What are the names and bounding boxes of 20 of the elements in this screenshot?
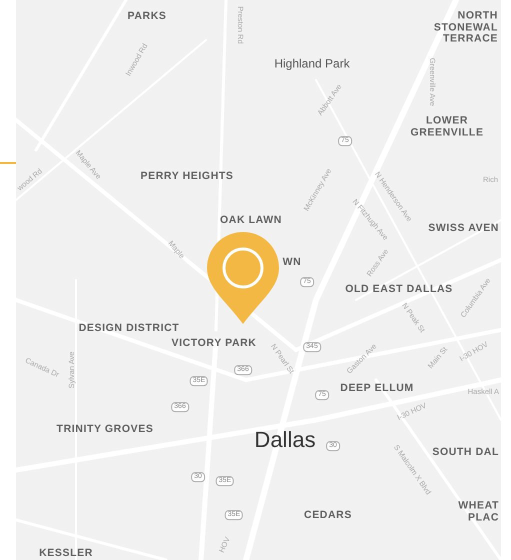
district-label: PERRY HEIGHTS <box>140 171 234 183</box>
district-label: TRINITY GROVES <box>56 424 154 436</box>
district-label: VICTORY PARK <box>172 338 256 350</box>
district-label: NORTH STONEWAL TERRACE <box>434 10 498 46</box>
district-label: PARKS <box>128 11 166 23</box>
district-label: WHEAT PLAC <box>458 500 499 524</box>
district-label: WN <box>282 257 302 269</box>
district-label: CEDARS <box>304 510 352 522</box>
district-label: OLD EAST DALLAS <box>345 284 453 296</box>
city-label: Dallas <box>254 428 316 452</box>
district-label: SOUTH DAL <box>432 447 499 459</box>
map-pin-icon[interactable] <box>205 230 281 326</box>
district-label: DEEP ELLUM <box>340 383 414 395</box>
district-label: KESSLER <box>39 548 93 560</box>
district-label: SWISS AVEN <box>428 223 499 235</box>
district-label: DESIGN DISTRICT <box>78 323 180 335</box>
district-label: LOWER GREENVILLE <box>410 115 484 139</box>
district-label: OAK LAWN <box>220 215 282 227</box>
place-label: Highland Park <box>274 57 350 71</box>
accent-line <box>0 162 16 164</box>
